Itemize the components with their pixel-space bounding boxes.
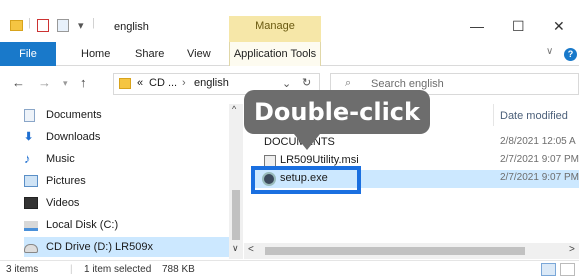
selection-size: 788 KB	[162, 264, 195, 275]
nav-item-local-disk[interactable]: Local Disk (C:)	[24, 215, 234, 235]
folder-icon	[119, 78, 131, 89]
column-separator	[493, 104, 494, 126]
ribbon-tabs: File Home Share View Application Tools	[0, 42, 579, 66]
refresh-icon[interactable]: ↻	[302, 76, 311, 89]
path-overflow[interactable]: «	[137, 77, 143, 89]
help-icon[interactable]: ?	[564, 48, 577, 61]
expand-ribbon-chevron-icon[interactable]: ∨	[546, 46, 553, 57]
nav-item-cd-drive[interactable]: CD Drive (D:) LR509x	[24, 237, 234, 257]
manage-contextual-tab[interactable]: Manage	[229, 16, 321, 42]
nav-item-downloads[interactable]: ⬇ Downloads	[24, 127, 234, 147]
column-header-date-modified[interactable]: Date modified	[500, 110, 568, 122]
nav-scrollbar-thumb[interactable]	[232, 190, 240, 240]
nav-label: Music	[46, 153, 75, 165]
scroll-left-icon[interactable]: <	[248, 244, 254, 255]
search-placeholder: Search english	[371, 78, 444, 90]
file-name: LR509Utility.msi	[280, 154, 359, 166]
nav-item-videos[interactable]: Videos	[24, 193, 234, 213]
separator: |	[92, 17, 95, 29]
file-date: 2/7/2021 9:07 PM	[500, 154, 579, 165]
selection-count: 1 item selected	[84, 264, 152, 275]
title-bar: | ▾ | english Manage — ☐ ✕	[0, 0, 579, 42]
scroll-right-icon[interactable]: >	[569, 244, 575, 255]
close-button[interactable]: ✕	[553, 18, 565, 35]
nav-scroll-down-icon[interactable]: ∨	[232, 243, 239, 254]
tab-share[interactable]: Share	[135, 42, 164, 66]
maximize-button[interactable]: ☐	[512, 18, 525, 35]
callout-pointer	[294, 134, 320, 150]
documents-icon	[24, 109, 35, 122]
cd-drive-icon	[24, 244, 38, 253]
nav-scroll-up-icon[interactable]: ^	[232, 104, 236, 114]
forward-arrow-icon[interactable]: →	[38, 75, 51, 90]
tab-home[interactable]: Home	[81, 42, 110, 66]
details-view-icon[interactable]	[541, 263, 556, 276]
highlight-box	[251, 166, 361, 194]
tab-file[interactable]: File	[0, 42, 56, 66]
properties-icon[interactable]	[37, 19, 49, 32]
item-count: 3 items	[6, 264, 39, 275]
local-disk-icon	[24, 221, 38, 231]
hscrollbar-thumb[interactable]	[265, 247, 525, 255]
download-arrow-icon: ⬇	[24, 131, 34, 143]
breadcrumb-english[interactable]: english	[194, 77, 229, 89]
nav-item-music[interactable]: ♪ Music	[24, 149, 234, 169]
double-click-callout: Double-click	[244, 90, 430, 134]
breadcrumb-cd[interactable]: CD ...	[149, 77, 177, 89]
new-folder-icon[interactable]	[57, 19, 69, 32]
folder-icon	[10, 20, 23, 31]
nav-label: Videos	[46, 197, 80, 209]
nav-label: CD Drive (D:) LR509x	[46, 241, 153, 253]
separator: |	[28, 17, 31, 29]
recent-locations-chevron-icon[interactable]: ▾	[63, 78, 68, 89]
customize-quick-access-icon[interactable]: ▾	[78, 19, 84, 32]
nav-item-documents[interactable]: Documents	[24, 105, 234, 125]
file-date: 2/7/2021 9:07 PM	[500, 172, 579, 183]
up-arrow-icon[interactable]: ↑	[80, 75, 87, 90]
tab-application-tools[interactable]: Application Tools	[229, 42, 321, 66]
search-icon: ⌕	[345, 77, 352, 89]
status-separator: |	[70, 264, 73, 275]
nav-label: Documents	[46, 109, 102, 121]
pictures-icon	[24, 175, 38, 187]
music-note-icon: ♪	[24, 151, 31, 166]
callout-text: Double-click	[253, 98, 420, 126]
nav-item-pictures[interactable]: Pictures	[24, 171, 234, 191]
large-icons-view-icon[interactable]	[560, 263, 575, 276]
breadcrumb-separator-icon: ›	[182, 77, 186, 89]
back-arrow-icon[interactable]: ←	[12, 75, 25, 90]
tab-view[interactable]: View	[187, 42, 211, 66]
videos-icon	[24, 197, 38, 209]
nav-label: Downloads	[46, 131, 101, 143]
file-date: 2/8/2021 12:05 A	[500, 136, 576, 147]
window-title: english	[114, 21, 149, 33]
navigation-pane: Documents ⬇ Downloads ♪ Music Pictures V…	[0, 100, 244, 260]
minimize-button[interactable]: —	[470, 18, 484, 34]
status-bar: 3 items | 1 item selected 788 KB	[0, 260, 579, 279]
nav-label: Local Disk (C:)	[46, 219, 119, 231]
address-dropdown-chevron-icon[interactable]: ⌄	[282, 77, 291, 90]
nav-label: Pictures	[46, 175, 86, 187]
manage-label: Manage	[255, 20, 295, 32]
